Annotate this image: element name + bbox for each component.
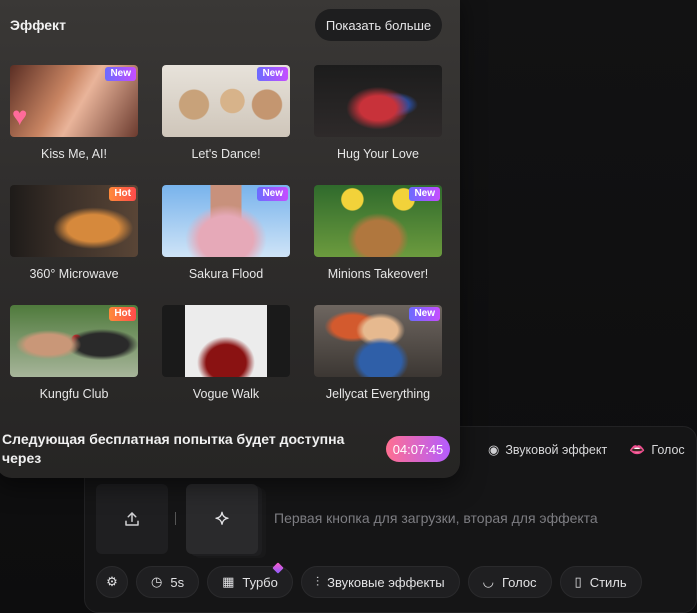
effect-card-label: Vogue Walk	[192, 387, 260, 401]
sound-effects-label: Звуковые эффекты	[327, 574, 445, 590]
effect-button[interactable]	[186, 484, 258, 554]
popover-title: Эффект	[10, 17, 66, 33]
effect-card-sakura[interactable]: New Sakura Flood	[162, 185, 290, 281]
effect-thumbnail	[314, 65, 442, 137]
effect-thumbnail: New	[314, 185, 442, 257]
clock-icon: ◷	[151, 574, 163, 589]
heart-icon: ♥	[12, 101, 28, 131]
effect-card-jellycat[interactable]: New Jellycat Everything	[314, 305, 442, 401]
effect-card-kiss[interactable]: ♥ New Kiss Me, AI!	[10, 65, 138, 161]
effect-card-label: 360° Microwave	[29, 267, 119, 281]
tab-sound-effect[interactable]: ◉ Звуковой эффект	[488, 442, 607, 458]
effect-thumbnail: New	[314, 305, 442, 377]
mode-tabs: ◉ Звуковой эффект 👄 Голос	[488, 438, 685, 462]
effect-card-label: Hug Your Love	[336, 147, 419, 161]
upload-icon	[125, 512, 139, 526]
style-label: Стиль	[589, 574, 627, 590]
lips-icon: 👄	[629, 442, 646, 457]
phone-icon: ▯	[574, 574, 582, 589]
tab-voice[interactable]: 👄 Голос	[629, 442, 684, 458]
badge-new: New	[257, 187, 288, 201]
style-button[interactable]: ▯ Стиль	[559, 566, 642, 598]
turbo-label: Турбо	[242, 574, 278, 590]
effect-thumbnail: ♥ New	[10, 65, 138, 137]
tile-separator	[175, 512, 176, 525]
effect-card-label: Sakura Flood	[188, 267, 264, 281]
sound-wave-icon: ◉	[488, 442, 500, 457]
effect-thumbnail: Hot	[10, 305, 138, 377]
effect-thumbnail: New	[162, 185, 290, 257]
effect-card-label: Kiss Me, AI!	[41, 147, 107, 161]
effect-thumbnail: New	[162, 65, 290, 137]
sliders-icon: ⚙	[106, 574, 118, 589]
badge-new: New	[257, 67, 288, 81]
effect-card-label: Let's Dance!	[191, 147, 261, 161]
voice-label: Голос	[501, 574, 537, 590]
badge-new: New	[409, 307, 440, 321]
badge-hot: Hot	[109, 307, 136, 321]
toolbar: ⚙ ◷ 5s ▦ Турбо ⫶ Звуковые эффекты ◡ Голо…	[96, 562, 642, 598]
turbo-button[interactable]: ▦ Турбо	[207, 562, 293, 598]
upload-button[interactable]	[96, 484, 168, 554]
settings-button[interactable]: ⚙	[96, 566, 128, 598]
effect-card-hug[interactable]: Hug Your Love	[314, 65, 442, 161]
audio-wave-icon: ⫶	[315, 574, 320, 589]
tab-voice-label: Голос	[651, 443, 685, 457]
effect-card-label: Kungfu Club	[39, 387, 109, 401]
duration-label: 5s	[170, 574, 185, 590]
effect-thumbnail	[162, 305, 290, 377]
effect-card-minions[interactable]: New Minions Takeover!	[314, 185, 442, 281]
effect-card-vogue[interactable]: Vogue Walk	[162, 305, 290, 401]
show-more-button[interactable]: Показать больше	[315, 9, 442, 41]
effect-card-kungfu[interactable]: Hot Kungfu Club	[10, 305, 138, 401]
turbo-icon: ▦	[222, 574, 235, 589]
free-attempt-message: Следующая бесплатная попытка будет досту…	[2, 431, 345, 466]
effect-card-label: Minions Takeover!	[327, 267, 429, 281]
effect-card-dance[interactable]: New Let's Dance!	[162, 65, 290, 161]
tab-sound-effect-label: Звуковой эффект	[505, 443, 608, 457]
duration-button[interactable]: ◷ 5s	[136, 566, 200, 598]
badge-hot: Hot	[109, 187, 136, 201]
voice-button[interactable]: ◡ Голос	[467, 566, 552, 598]
sound-effects-button[interactable]: ⫶ Звуковые эффекты	[300, 566, 460, 598]
effect-card-microwave[interactable]: Hot 360° Microwave	[10, 185, 138, 281]
countdown-timer: 04:07:45	[386, 436, 450, 462]
effect-thumbnail: Hot	[10, 185, 138, 257]
badge-new: New	[409, 187, 440, 201]
effect-card-label: Jellycat Everything	[325, 387, 431, 401]
sparkle-icon	[215, 511, 229, 525]
composer-hint: Первая кнопка для загрузки, вторая для э…	[274, 510, 598, 526]
badge-new: New	[105, 67, 136, 81]
lips-icon: ◡	[482, 574, 494, 589]
